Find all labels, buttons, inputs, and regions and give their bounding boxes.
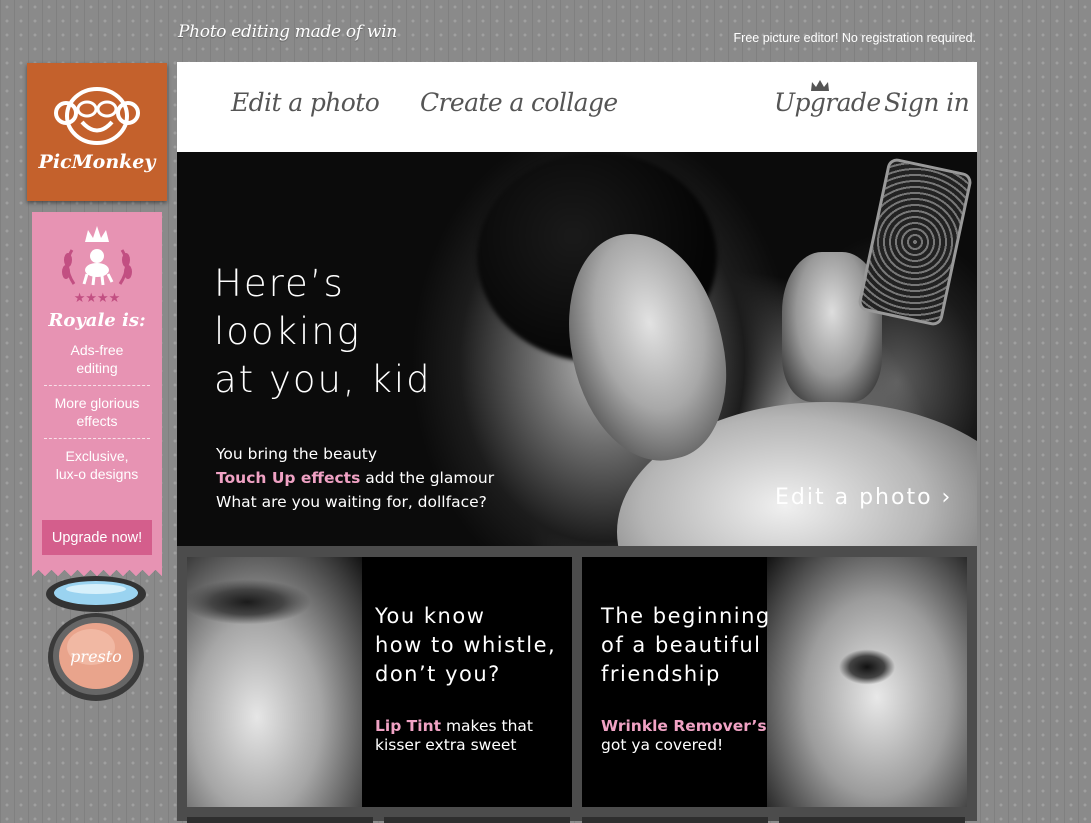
bottom-card[interactable]	[187, 817, 373, 823]
bottom-card[interactable]	[779, 817, 965, 823]
feature-card-wrinkle-remover[interactable]: The beginning of a beautiful friendship …	[582, 557, 967, 807]
hero-line1: You bring the beauty	[216, 445, 378, 463]
royale-features: Ads-free editing More glorious effects E…	[44, 341, 150, 491]
presto-compact-button[interactable]: presto	[45, 575, 147, 703]
royale-feature: Ads-free editing	[44, 341, 150, 386]
bottom-card[interactable]	[384, 817, 570, 823]
nav-create-collage[interactable]: Create a collage	[420, 88, 618, 117]
nav-upgrade[interactable]: Upgrade	[774, 88, 881, 117]
bottom-card[interactable]	[582, 817, 768, 823]
upgrade-now-button[interactable]: Upgrade now!	[42, 520, 152, 555]
nav-edit-photo[interactable]: Edit a photo	[231, 88, 380, 117]
card-title: You know how to whistle, don’t you?	[375, 604, 557, 686]
monkey-face-icon	[54, 87, 140, 145]
tagline: Photo editing made of win	[178, 22, 397, 42]
hero-photo-mirror	[856, 156, 974, 328]
feature-card-lip-tint[interactable]: You know how to whistle, don’t you? Lip …	[187, 557, 572, 807]
presto-label: presto	[70, 647, 122, 666]
royale-feature: More glorious effects	[44, 386, 150, 439]
brand-name: PicMonkey	[38, 151, 156, 173]
bottom-card-row	[187, 817, 967, 823]
hero-edit-photo-link[interactable]: Edit a photo ›	[775, 485, 952, 510]
card-photo-eye	[767, 557, 967, 807]
card-text: Lip Tint makes that kisser extra sweet	[375, 717, 533, 755]
card-highlight: Wrinkle Remover’s	[601, 717, 767, 735]
royale-panel: ★★★★ Royale is: Ads-free editing More gl…	[32, 212, 162, 576]
hero-line3: What are you waiting for, dollface?	[216, 493, 487, 511]
hero-banner[interactable]: Here’s looking at you, kid You bring the…	[177, 152, 977, 546]
royale-title: Royale is:	[48, 310, 146, 331]
card-photo-lips	[187, 557, 362, 807]
header-subtitle: Free picture editor! No registration req…	[733, 31, 976, 45]
card-text-rest: got ya covered!	[601, 736, 724, 754]
picmonkey-logo[interactable]: PicMonkey	[27, 63, 167, 201]
hero-line2: add the glamour	[360, 469, 495, 487]
card-highlight: Lip Tint	[375, 717, 442, 735]
card-title: The beginning of a beautiful friendship	[601, 604, 771, 686]
hero-subtext: You bring the beauty Touch Up effects ad…	[216, 442, 494, 514]
card-text: Wrinkle Remover’s got ya covered!	[601, 717, 767, 755]
crowned-monkey-laurel-icon: ★★★★	[62, 226, 132, 306]
hero-title: Here’s looking at you, kid	[214, 262, 432, 401]
top-navigation: Edit a photo Create a collage Upgrade Si…	[177, 62, 977, 152]
nav-sign-in[interactable]: Sign in	[884, 88, 970, 117]
royale-feature: Exclusive, lux-o designs	[55, 448, 139, 482]
feature-cards-area: You know how to whistle, don’t you? Lip …	[177, 546, 977, 823]
hero-highlight: Touch Up effects	[216, 469, 361, 487]
svg-text:★★★★: ★★★★	[74, 291, 121, 304]
